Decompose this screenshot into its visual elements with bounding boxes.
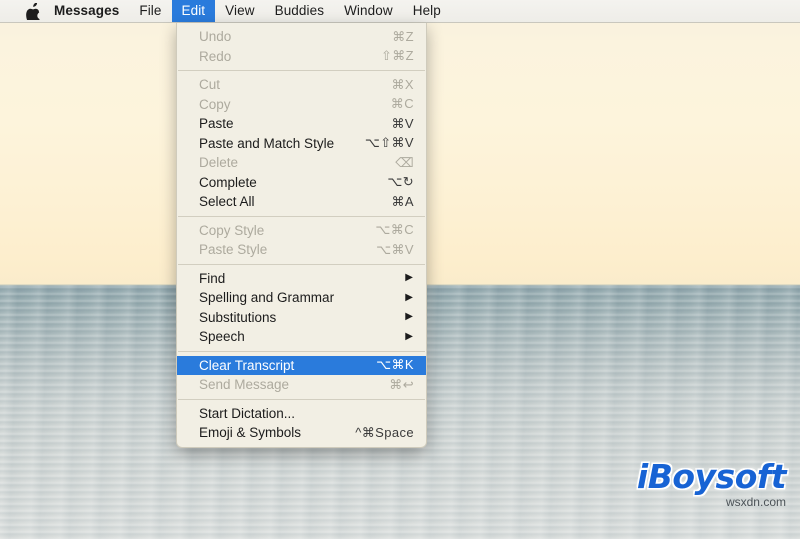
menu-item-paste-style: Paste Style ⌥⌘V bbox=[177, 240, 426, 260]
menu-item-shortcut: ⌘Z bbox=[392, 28, 414, 44]
menu-item-cut: Cut ⌘X bbox=[177, 75, 426, 95]
menu-item-shortcut: ^⌘Space bbox=[355, 424, 414, 440]
menu-item-shortcut: ⌘V bbox=[391, 115, 414, 131]
menu-item-complete[interactable]: Complete ⌥↻ bbox=[177, 173, 426, 193]
menubar-item-messages[interactable]: Messages bbox=[44, 0, 129, 22]
menubar-item-view[interactable]: View bbox=[215, 0, 264, 22]
menu-separator bbox=[178, 263, 425, 265]
menu-item-shortcut: ⌥↻ bbox=[387, 174, 414, 190]
menu-item-shortcut: ⌥⇧⌘V bbox=[364, 135, 414, 151]
submenu-arrow-icon: ▶ bbox=[405, 330, 413, 342]
menu-separator bbox=[178, 70, 425, 71]
desktop-screen: Messages File Edit View Buddies Window Help Un… bbox=[0, 0, 800, 539]
submenu-arrow-icon: ▶ bbox=[405, 291, 413, 303]
menu-item-copy-style: Copy Style ⌥⌘C bbox=[177, 221, 426, 241]
menu-separator bbox=[178, 350, 425, 352]
menu-bar: Messages File Edit View Buddies Window Help bbox=[0, 0, 800, 23]
menu-item-label: Send Message bbox=[199, 377, 290, 393]
menu-item-paste[interactable]: Paste ⌘V bbox=[177, 114, 426, 134]
apple-logo-icon[interactable] bbox=[26, 3, 41, 20]
menubar-item-file[interactable]: File bbox=[129, 0, 171, 22]
menu-item-label: Spelling and Grammar bbox=[199, 290, 335, 306]
menu-item-shortcut: ⌥⌘C bbox=[375, 222, 414, 238]
menu-separator bbox=[178, 398, 425, 400]
menu-item-label: Substitutions bbox=[199, 309, 277, 325]
menu-item-spelling-and-grammar[interactable]: Spelling and Grammar ▶ bbox=[177, 288, 426, 308]
submenu-arrow-icon: ▶ bbox=[405, 272, 413, 284]
menu-item-label: Start Dictation... bbox=[199, 405, 296, 421]
menu-item-start-dictation[interactable]: Start Dictation... bbox=[177, 404, 426, 424]
edit-dropdown-menu[interactable]: Undo ⌘Z Redo ⇧⌘Z Cut ⌘X Copy ⌘C Paste ⌘V Paste and… bbox=[176, 23, 427, 448]
menu-item-select-all[interactable]: Select All ⌘A bbox=[177, 192, 426, 212]
menu-item-label: Paste Style bbox=[199, 242, 268, 258]
menu-item-label: Undo bbox=[199, 29, 232, 45]
menu-item-delete: Delete ⌫ bbox=[177, 153, 426, 173]
menu-item-find[interactable]: Find ▶ bbox=[177, 269, 426, 289]
menu-item-undo: Undo ⌘Z bbox=[177, 27, 426, 47]
menu-item-substitutions[interactable]: Substitutions ▶ bbox=[177, 308, 426, 328]
menu-item-label: Paste and Match Style bbox=[199, 135, 335, 151]
menu-item-label: Paste bbox=[199, 116, 234, 132]
menu-item-shortcut: ⌥⌘K bbox=[376, 357, 414, 373]
menu-item-label: Delete bbox=[199, 155, 239, 171]
menu-item-label: Emoji & Symbols bbox=[199, 425, 302, 441]
menu-item-shortcut: ⌫ bbox=[395, 154, 414, 170]
menu-item-shortcut: ⇧⌘Z bbox=[380, 48, 414, 64]
menu-item-label: Cut bbox=[199, 77, 221, 93]
menubar-item-help[interactable]: Help bbox=[403, 0, 451, 22]
menu-item-label: Find bbox=[199, 270, 226, 286]
menu-item-label: Clear Transcript bbox=[199, 357, 295, 373]
menu-separator bbox=[178, 215, 425, 217]
menubar-item-window[interactable]: Window bbox=[334, 0, 403, 22]
menu-item-label: Copy Style bbox=[199, 222, 265, 238]
menu-item-copy: Copy ⌘C bbox=[177, 95, 426, 115]
menu-item-label: Speech bbox=[199, 329, 245, 345]
menu-item-label: Select All bbox=[199, 194, 255, 210]
menu-item-shortcut: ⌥⌘V bbox=[376, 241, 414, 257]
menu-item-shortcut: ⌘A bbox=[391, 193, 414, 209]
menu-item-label: Complete bbox=[199, 174, 257, 190]
menu-item-label: Copy bbox=[199, 96, 231, 112]
menu-item-emoji-symbols[interactable]: Emoji & Symbols ^⌘Space bbox=[177, 423, 426, 443]
menu-item-speech[interactable]: Speech ▶ bbox=[177, 327, 426, 347]
menu-item-redo: Redo ⇧⌘Z bbox=[177, 47, 426, 67]
menubar-item-edit[interactable]: Edit bbox=[171, 0, 216, 22]
menu-item-clear-transcript[interactable]: Clear Transcript ⌥⌘K bbox=[177, 355, 426, 375]
menu-item-shortcut: ⌘X bbox=[391, 76, 414, 92]
menu-item-shortcut: ⌘C bbox=[390, 96, 414, 112]
menu-item-paste-and-match-style[interactable]: Paste and Match Style ⌥⇧⌘V bbox=[177, 134, 426, 154]
menu-item-shortcut: ⌘↩ bbox=[389, 376, 414, 392]
menu-item-send-message: Send Message ⌘↩ bbox=[177, 375, 426, 395]
menu-item-label: Redo bbox=[199, 48, 232, 64]
menubar-item-buddies[interactable]: Buddies bbox=[265, 0, 335, 22]
submenu-arrow-icon: ▶ bbox=[405, 311, 413, 323]
